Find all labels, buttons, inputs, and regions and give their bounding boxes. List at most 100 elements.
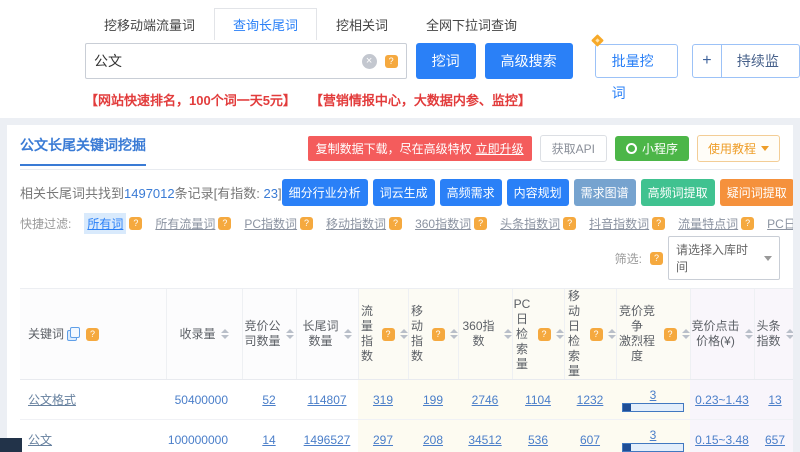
- action-button-0[interactable]: 细分行业分析: [282, 179, 368, 206]
- clear-icon[interactable]: ×: [362, 54, 377, 69]
- quick-filter-5[interactable]: 头条指数词: [500, 215, 560, 232]
- keyword-link[interactable]: 公文: [28, 433, 52, 447]
- sort-icon[interactable]: [286, 329, 294, 339]
- column-header-3[interactable]: 长尾词数量: [296, 289, 358, 380]
- help-icon[interactable]: ?: [652, 217, 665, 230]
- bid-level-link[interactable]: 3: [650, 388, 657, 402]
- column-header-6[interactable]: 360指数: [458, 289, 512, 380]
- cell-link[interactable]: 1232: [577, 393, 604, 407]
- column-header-8[interactable]: 移动日检索量?: [564, 289, 616, 380]
- help-icon[interactable]: ?: [382, 328, 395, 341]
- storage-time-select[interactable]: 请选择入库时间: [668, 236, 780, 280]
- copy-icon[interactable]: [67, 327, 80, 341]
- quick-filter-7[interactable]: 流量特点词: [678, 215, 738, 232]
- dig-words-button[interactable]: 挖词: [416, 43, 476, 79]
- column-header-1[interactable]: 收录量: [166, 289, 242, 380]
- cell-link[interactable]: 114807: [307, 393, 346, 407]
- quick-filter-1[interactable]: 所有流量词: [155, 215, 215, 232]
- help-icon[interactable]: ?: [650, 252, 663, 265]
- continuous-monitor-button[interactable]: 持续监控: [722, 45, 799, 77]
- tutorial-button[interactable]: 使用教程: [697, 135, 780, 162]
- column-header-7[interactable]: PC日检索量?: [512, 289, 564, 380]
- help-icon[interactable]: ?: [538, 328, 551, 341]
- help-icon[interactable]: ?: [218, 217, 231, 230]
- sort-icon[interactable]: [745, 329, 753, 339]
- quick-filter-item: 所有词?: [84, 213, 142, 234]
- add-monitor-button[interactable]: +: [693, 45, 722, 77]
- get-api-button[interactable]: 获取API: [540, 135, 607, 162]
- tab-0[interactable]: 挖移动端流量词: [85, 8, 214, 40]
- action-button-3[interactable]: 内容规划: [507, 179, 569, 206]
- cell-link[interactable]: 0.23~1.43: [695, 393, 749, 407]
- cell-link[interactable]: 319: [373, 393, 393, 407]
- cell-value: 50400000: [175, 393, 228, 407]
- tab-1[interactable]: 查询长尾词: [214, 8, 317, 40]
- column-header-9[interactable]: 竞价竞争激烈程度?: [616, 289, 690, 380]
- help-icon[interactable]: ?: [432, 328, 445, 341]
- bid-level-link[interactable]: 3: [650, 428, 657, 442]
- quick-filter-0[interactable]: 所有词: [84, 213, 126, 234]
- sort-icon[interactable]: [344, 329, 352, 339]
- column-header-10[interactable]: 竞价点击价格(¥): [690, 289, 754, 380]
- cell-link[interactable]: 13: [768, 393, 781, 407]
- advanced-search-button[interactable]: 高级搜索: [485, 43, 573, 79]
- sort-icon[interactable]: [608, 329, 616, 339]
- promo-link-0[interactable]: 【网站快速排名，100个词一天5元】: [85, 90, 296, 109]
- help-icon[interactable]: ?: [474, 217, 487, 230]
- help-icon[interactable]: ?: [129, 217, 142, 230]
- batch-dig-button[interactable]: 批量挖词: [595, 44, 678, 78]
- column-header-5[interactable]: 移动指数?: [408, 289, 458, 380]
- action-button-5[interactable]: 高频词提取: [641, 179, 715, 206]
- quick-filter-8[interactable]: PC日检索量词: [767, 215, 793, 232]
- sort-icon[interactable]: [504, 329, 512, 339]
- cell-link[interactable]: 1496527: [304, 433, 351, 447]
- sort-icon[interactable]: [400, 329, 408, 339]
- cell-link[interactable]: 2746: [472, 393, 499, 407]
- upgrade-link[interactable]: 立即升级: [476, 142, 524, 156]
- help-icon[interactable]: ?: [563, 217, 576, 230]
- cell-link[interactable]: 34512: [468, 433, 501, 447]
- cell-link[interactable]: 297: [373, 433, 393, 447]
- sort-icon[interactable]: [556, 329, 564, 339]
- help-icon[interactable]: ?: [741, 217, 754, 230]
- column-header-4[interactable]: 流量指数?: [358, 289, 408, 380]
- column-header-2[interactable]: 竞价公司数量: [242, 289, 296, 380]
- action-button-1[interactable]: 词云生成: [373, 179, 435, 206]
- sort-icon[interactable]: [682, 329, 690, 339]
- cell-link[interactable]: 1104: [525, 393, 551, 407]
- search-input[interactable]: [94, 53, 362, 69]
- help-icon[interactable]: ?: [389, 217, 402, 230]
- search-box[interactable]: × ?: [85, 43, 407, 79]
- cell-link[interactable]: 199: [423, 393, 443, 407]
- action-button-2[interactable]: 高频需求: [440, 179, 502, 206]
- quick-filter-6[interactable]: 抖音指数词: [589, 215, 649, 232]
- sort-icon[interactable]: [786, 329, 794, 339]
- quick-filter-3[interactable]: 移动指数词: [326, 215, 386, 232]
- cell-link[interactable]: 607: [580, 433, 600, 447]
- sort-icon[interactable]: [450, 329, 458, 339]
- corner-widget[interactable]: [0, 438, 22, 452]
- help-icon[interactable]: ?: [590, 328, 603, 341]
- help-icon[interactable]: ?: [664, 328, 677, 341]
- column-header-11[interactable]: 头条指数: [754, 289, 793, 380]
- quick-filter-2[interactable]: PC指数词: [244, 215, 297, 232]
- panel-header: 公文长尾关键词挖掘 复制数据下载，尽在高级特权立即升级 获取API 小程序 使用…: [20, 135, 780, 170]
- cell-link[interactable]: 14: [262, 433, 275, 447]
- tab-3[interactable]: 全网下拉词查询: [407, 8, 536, 40]
- cell-link[interactable]: 657: [765, 433, 785, 447]
- cell-link[interactable]: 0.15~3.48: [695, 433, 749, 447]
- action-button-4[interactable]: 需求图谱: [574, 179, 636, 206]
- miniapp-button[interactable]: 小程序: [615, 136, 689, 161]
- action-button-6[interactable]: 疑问词提取: [720, 179, 793, 206]
- quick-filter-4[interactable]: 360指数词: [415, 215, 471, 232]
- cell-link[interactable]: 536: [528, 433, 548, 447]
- sort-icon[interactable]: [221, 329, 229, 339]
- help-icon[interactable]: ?: [86, 328, 99, 341]
- cell-link[interactable]: 52: [262, 393, 275, 407]
- tab-2[interactable]: 挖相关词: [317, 8, 407, 40]
- promo-link-1[interactable]: 【营销情报中心，大数据内参、监控】: [310, 90, 531, 109]
- keyword-link[interactable]: 公文格式: [28, 393, 76, 407]
- help-icon[interactable]: ?: [300, 217, 313, 230]
- cell-link[interactable]: 208: [423, 433, 443, 447]
- help-icon[interactable]: ?: [385, 55, 398, 68]
